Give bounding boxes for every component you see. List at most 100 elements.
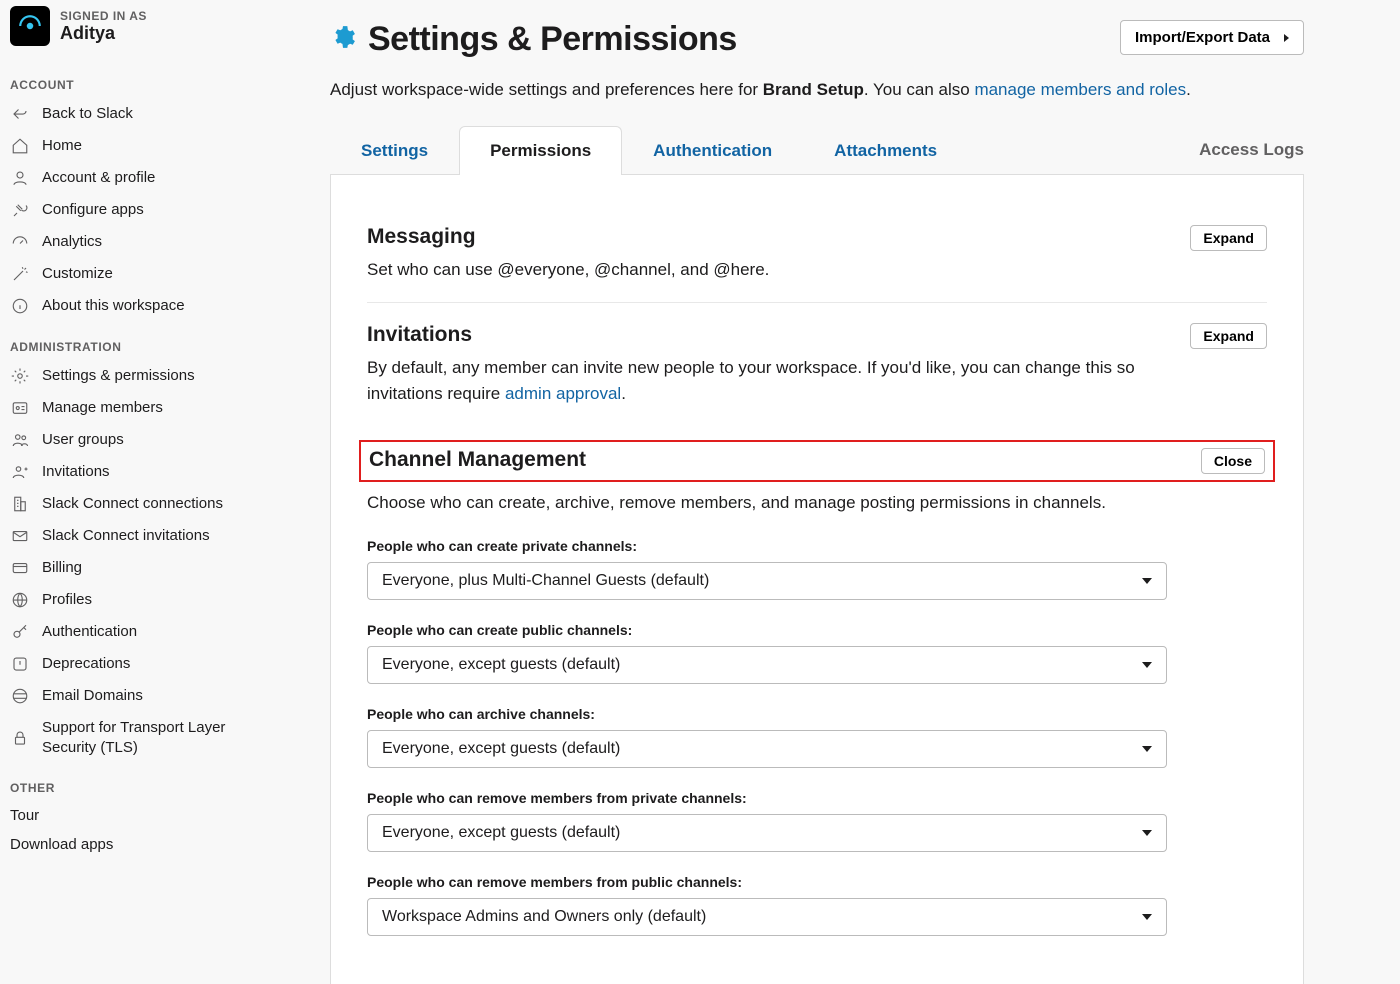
building-icon [10, 494, 30, 514]
subtext-mid: . You can also [864, 80, 975, 99]
sidebar-item-manage-members[interactable]: Manage members [0, 392, 266, 424]
field-remove-public-members: People who can remove members from publi… [367, 874, 1267, 936]
person-icon [10, 168, 30, 188]
plug-icon [10, 200, 30, 220]
section-desc-messaging: Set who can use @everyone, @channel, and… [367, 257, 769, 283]
sidebar-item-profiles[interactable]: Profiles [0, 584, 266, 616]
sidebar-item-label: Manage members [42, 398, 256, 418]
sidebar-item-customize[interactable]: Customize [0, 258, 266, 290]
select-remove-private-members[interactable]: Everyone, except guests (default) [367, 814, 1167, 852]
sidebar-item-authentication[interactable]: Authentication [0, 616, 266, 648]
gauge-icon [10, 232, 30, 252]
import-export-label: Import/Export Data [1135, 29, 1270, 46]
tab-attachments[interactable]: Attachments [803, 126, 968, 175]
section-title-invitations: Invitations [367, 323, 1170, 347]
sidebar-item-configure-apps[interactable]: Configure apps [0, 194, 266, 226]
username: Aditya [60, 23, 147, 44]
tab-authentication[interactable]: Authentication [622, 126, 803, 175]
gear-icon [330, 24, 356, 55]
subtext-suffix: . [1186, 80, 1191, 99]
tab-permissions[interactable]: Permissions [459, 126, 622, 175]
sidebar-item-label: About this workspace [42, 296, 256, 316]
section-desc-channel: Choose who can create, archive, remove m… [367, 490, 1267, 516]
envelope-icon [10, 526, 30, 546]
select-remove-public-members[interactable]: Workspace Admins and Owners only (defaul… [367, 898, 1167, 936]
sidebar-item-home[interactable]: Home [0, 130, 266, 162]
sidebar-item-label: Support for Transport Layer Security (TL… [42, 718, 256, 757]
lock-icon [10, 728, 30, 748]
field-label: People who can create public channels: [367, 622, 1267, 638]
key-icon [10, 622, 30, 642]
sidebar-item-account-profile[interactable]: Account & profile [0, 162, 266, 194]
section-channel-management: Channel Management Close Choose who can … [367, 426, 1267, 956]
home-icon [10, 136, 30, 156]
sidebar-item-about-workspace[interactable]: About this workspace [0, 290, 266, 322]
tab-settings[interactable]: Settings [330, 126, 459, 175]
close-channel-button[interactable]: Close [1201, 448, 1265, 474]
select-value: Everyone, except guests (default) [382, 740, 620, 758]
tabs: Settings Permissions Authentication Atta… [330, 125, 1304, 175]
sidebar-item-tls-support[interactable]: Support for Transport Layer Security (TL… [0, 712, 266, 763]
select-value: Everyone, plus Multi-Channel Guests (def… [382, 572, 709, 590]
permissions-panel: Messaging Set who can use @everyone, @ch… [330, 175, 1304, 984]
back-arrow-icon [10, 104, 30, 124]
field-remove-private-members: People who can remove members from priva… [367, 790, 1267, 852]
field-archive-channels: People who can archive channels: Everyon… [367, 706, 1267, 768]
select-value: Everyone, except guests (default) [382, 824, 620, 842]
sidebar-item-label: Account & profile [42, 168, 256, 188]
section-title-channel: Channel Management [369, 448, 586, 472]
person-plus-icon [10, 462, 30, 482]
manage-members-link[interactable]: manage members and roles [974, 80, 1186, 99]
sidebar-item-deprecations[interactable]: Deprecations [0, 648, 266, 680]
sidebar-item-settings-permissions[interactable]: Settings & permissions [0, 360, 266, 392]
sidebar-item-email-domains[interactable]: Email Domains [0, 680, 266, 712]
sidebar-item-billing[interactable]: Billing [0, 552, 266, 584]
globe-icon [10, 590, 30, 610]
sidebar-item-slack-connect-connections[interactable]: Slack Connect connections [0, 488, 266, 520]
select-value: Workspace Admins and Owners only (defaul… [382, 908, 706, 926]
field-create-public-channels: People who can create public channels: E… [367, 622, 1267, 684]
chevron-down-icon [1142, 914, 1152, 920]
sidebar-item-invitations[interactable]: Invitations [0, 456, 266, 488]
channel-management-highlight: Channel Management Close [359, 440, 1275, 482]
sidebar-item-label: Invitations [42, 462, 256, 482]
chevron-down-icon [1142, 578, 1152, 584]
import-export-button[interactable]: Import/Export Data [1120, 20, 1304, 55]
page-title: Settings & Permissions [330, 20, 737, 59]
page-subtext: Adjust workspace-wide settings and prefe… [330, 77, 1304, 103]
sidebar-item-label: Deprecations [42, 654, 256, 674]
sidebar-item-download-apps[interactable]: Download apps [0, 830, 266, 859]
chevron-down-icon [1142, 746, 1152, 752]
sidebar-item-back-to-slack[interactable]: Back to Slack [0, 98, 266, 130]
main-content: Settings & Permissions Import/Export Dat… [266, 0, 1400, 984]
gear-icon [10, 366, 30, 386]
sidebar-item-label: Back to Slack [42, 104, 256, 124]
section-messaging: Messaging Set who can use @everyone, @ch… [367, 205, 1267, 303]
sidebar-item-label: Slack Connect connections [42, 494, 256, 514]
sidebar-item-user-groups[interactable]: User groups [0, 424, 266, 456]
field-label: People who can remove members from priva… [367, 790, 1267, 806]
sidebar-item-label: User groups [42, 430, 256, 450]
sidebar-item-analytics[interactable]: Analytics [0, 226, 266, 258]
sidebar-section-account: ACCOUNT [0, 60, 266, 98]
select-create-public-channels[interactable]: Everyone, except guests (default) [367, 646, 1167, 684]
select-value: Everyone, except guests (default) [382, 656, 620, 674]
sidebar-section-other: OTHER [0, 763, 266, 801]
select-create-private-channels[interactable]: Everyone, plus Multi-Channel Guests (def… [367, 562, 1167, 600]
user-block: SIGNED IN AS Aditya [0, 0, 266, 60]
select-archive-channels[interactable]: Everyone, except guests (default) [367, 730, 1167, 768]
section-invitations: Invitations By default, any member can i… [367, 302, 1267, 426]
admin-approval-link[interactable]: admin approval [505, 384, 621, 403]
expand-messaging-button[interactable]: Expand [1190, 225, 1267, 251]
info-icon [10, 296, 30, 316]
sidebar-item-tour[interactable]: Tour [0, 801, 266, 830]
tab-access-logs[interactable]: Access Logs [1169, 126, 1304, 174]
arrow-right-icon [1284, 34, 1289, 42]
chevron-down-icon [1142, 830, 1152, 836]
signed-in-as-label: SIGNED IN AS [60, 9, 147, 23]
badge-icon [10, 398, 30, 418]
invitations-desc-prefix: By default, any member can invite new pe… [367, 358, 1135, 403]
sidebar-item-slack-connect-invitations[interactable]: Slack Connect invitations [0, 520, 266, 552]
expand-invitations-button[interactable]: Expand [1190, 323, 1267, 349]
sidebar-item-label: Analytics [42, 232, 256, 252]
